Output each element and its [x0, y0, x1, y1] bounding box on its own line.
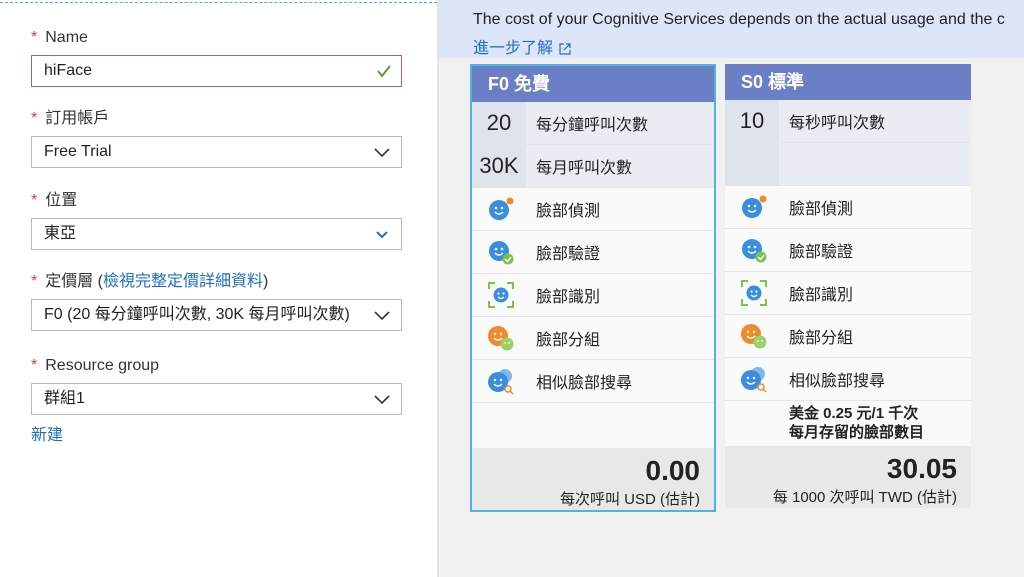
tier-price-unit: 每次呼叫 USD (估計)	[560, 491, 700, 508]
info-banner: The cost of your Cognitive Services depe…	[439, 0, 1024, 58]
location-label: 位置	[45, 192, 78, 209]
feature-row: 相似臉部搜尋	[725, 358, 971, 401]
resource-group-value: 群組1	[44, 390, 85, 407]
pricing-select[interactable]: F0 (20 每分鐘呼叫次數, 30K 每月呼叫次數)	[31, 299, 402, 331]
subscription-select[interactable]: Free Trial	[31, 136, 402, 168]
feature-label: 臉部偵測	[536, 203, 601, 220]
required-mark: *	[31, 273, 38, 290]
subscription-label: 訂用帳戶	[45, 110, 110, 127]
required-mark: *	[31, 357, 38, 374]
quota-label: 每分鐘呼叫次數	[536, 117, 649, 134]
pricing-label: 定價層 (	[45, 273, 104, 290]
tier-card-s0[interactable]: S0 標準 10 每秒呼叫次數 臉部偵測 臉部驗證 臉部識別 臉部分組 相似臉部搜…	[725, 64, 971, 508]
create-form-panel: * Name hiFace * 訂用帳戶 Free Trial * 位置 東亞 * 定價…	[0, 0, 437, 577]
top-dashed-line	[0, 2, 437, 3]
face-identify-icon	[741, 280, 767, 306]
feature-label: 臉部識別	[789, 287, 854, 304]
tier-price: 0.00	[645, 455, 701, 486]
face-detect-icon	[742, 195, 767, 218]
pricing-value: F0 (20 每分鐘呼叫次數, 30K 每月呼叫次數)	[44, 306, 350, 323]
quota-number	[725, 143, 779, 185]
chevron-down-icon	[374, 311, 390, 321]
tier-price-unit: 每 1000 次呼叫 TWD (估計)	[772, 489, 957, 506]
resource-group-select[interactable]: 群組1	[31, 383, 402, 415]
tier-price: 30.05	[886, 453, 957, 484]
feature-label: 臉部分組	[536, 332, 601, 349]
resource-group-field: * Resource group 群組1 新建	[31, 355, 402, 445]
feature-row: 臉部驗證	[472, 231, 714, 274]
pricing-field: * 定價層 (檢視完整定價詳細資料) F0 (20 每分鐘呼叫次數, 30K 每月…	[31, 271, 402, 331]
quota-label: 每月呼叫次數	[536, 160, 633, 177]
feature-label: 臉部驗證	[536, 246, 601, 263]
name-label: Name	[45, 29, 88, 46]
quota-row: 30K 每月呼叫次數	[472, 145, 714, 188]
feature-label: 臉部驗證	[789, 244, 854, 261]
location-field: * 位置 東亞	[31, 190, 402, 250]
location-value: 東亞	[44, 225, 77, 242]
tier-note: 美金 0.25 元/1 千次 每月存留的臉部數目	[789, 405, 925, 441]
chevron-down-icon	[374, 395, 390, 405]
quota-number: 30K	[472, 145, 526, 187]
face-verify-icon	[742, 239, 767, 263]
face-group-icon	[741, 324, 767, 349]
quota-row: 10 每秒呼叫次數	[725, 100, 971, 143]
quota-number: 20	[472, 102, 526, 144]
feature-row: 臉部分組	[472, 317, 714, 360]
resource-group-label: Resource group	[45, 357, 160, 374]
feature-row: 臉部分組	[725, 315, 971, 358]
location-select[interactable]: 東亞	[31, 218, 402, 250]
feature-row: 臉部驗證	[725, 229, 971, 272]
face-detect-icon	[489, 197, 514, 220]
quota-number: 10	[725, 100, 779, 142]
feature-label: 臉部識別	[536, 289, 601, 306]
tier-note	[472, 403, 714, 448]
face-verify-icon	[489, 241, 514, 265]
required-mark: *	[31, 29, 38, 46]
feature-row: 臉部識別	[472, 274, 714, 317]
quota-row: 20 每分鐘呼叫次數	[472, 102, 714, 145]
tier-name: F0 免費	[472, 66, 714, 102]
external-link-icon	[559, 43, 571, 55]
banner-text: The cost of your Cognitive Services depe…	[473, 11, 1005, 28]
name-input-value: hiFace	[44, 62, 93, 79]
subscription-value: Free Trial	[44, 143, 112, 160]
feature-row: 臉部識別	[725, 272, 971, 315]
tier-card-f0[interactable]: F0 免費 20 每分鐘呼叫次數 30K 每月呼叫次數 臉部偵測 臉部驗證 臉部識別…	[470, 64, 716, 512]
chevron-down-icon	[374, 148, 390, 158]
check-icon	[377, 65, 391, 78]
face-group-icon	[488, 326, 514, 351]
similar-face-icon	[488, 369, 514, 395]
tier-name: S0 標準	[725, 64, 971, 100]
name-field: * Name hiFace	[31, 27, 402, 87]
quota-row	[725, 143, 971, 186]
tier-price-footer: 30.05 每 1000 次呼叫 TWD (估計)	[725, 446, 971, 508]
face-identify-icon	[488, 282, 514, 308]
pricing-panel: The cost of your Cognitive Services depe…	[439, 0, 1024, 577]
name-input[interactable]: hiFace	[31, 55, 402, 87]
feature-label: 臉部偵測	[789, 201, 854, 218]
feature-row: 相似臉部搜尋	[472, 360, 714, 403]
quota-label: 每秒呼叫次數	[789, 115, 886, 132]
similar-face-icon	[741, 367, 767, 393]
chevron-down-icon	[376, 231, 388, 239]
subscription-field: * 訂用帳戶 Free Trial	[31, 108, 402, 168]
pricing-details-link[interactable]: 檢視完整定價詳細資料	[103, 273, 263, 290]
feature-label: 臉部分組	[789, 330, 854, 347]
feature-row: 臉部偵測	[725, 186, 971, 229]
feature-row: 臉部偵測	[472, 188, 714, 231]
tier-price-footer: 0.00 每次呼叫 USD (估計)	[472, 448, 714, 510]
required-mark: *	[31, 110, 38, 127]
create-new-link[interactable]: 新建	[31, 421, 63, 445]
feature-label: 相似臉部搜尋	[536, 375, 633, 392]
required-mark: *	[31, 192, 38, 209]
learn-more-link[interactable]: 進一步了解	[473, 34, 571, 58]
feature-label: 相似臉部搜尋	[789, 373, 886, 390]
